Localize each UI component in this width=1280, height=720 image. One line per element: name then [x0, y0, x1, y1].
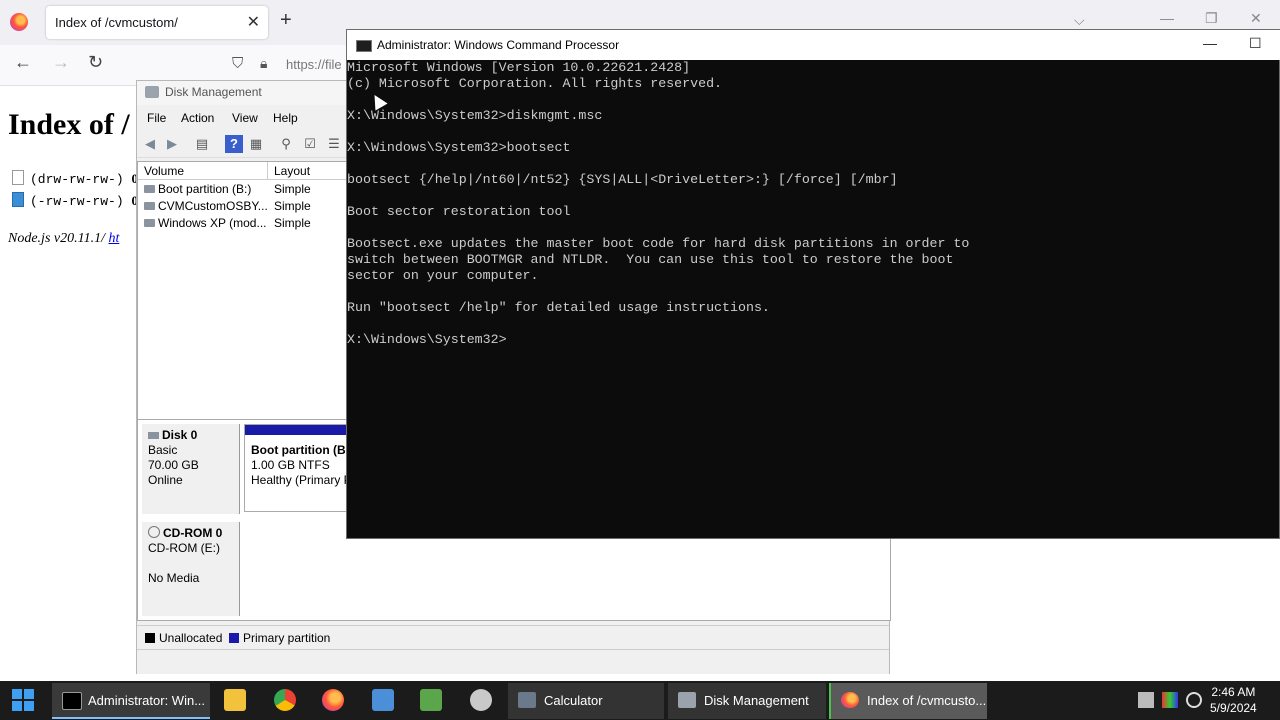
- browser-tab[interactable]: Index of /cvmcustom/ ✕: [46, 6, 268, 39]
- tab-list-chevron-icon[interactable]: ⌵: [1074, 12, 1085, 29]
- system-tray: 2:46 AM 5/9/2024: [1130, 681, 1280, 720]
- window-title: Administrator: Windows Command Processor: [377, 38, 620, 52]
- spreadsheet-icon[interactable]: [420, 689, 442, 711]
- forward-icon[interactable]: ▶: [163, 135, 181, 153]
- back-icon[interactable]: ◀: [141, 135, 159, 153]
- menu-help[interactable]: Help: [273, 111, 298, 125]
- firefox-icon[interactable]: [322, 689, 344, 711]
- firefox-icon: [10, 13, 28, 31]
- window-title: Disk Management: [165, 85, 262, 99]
- taskbar: Administrator: Win... Calculator Disk Ma…: [0, 681, 1280, 720]
- cmd-titlebar[interactable]: Administrator: Windows Command Processor…: [347, 30, 1280, 60]
- firefox-icon: [841, 692, 859, 708]
- url-bar[interactable]: ⛉ 🔒︎ https://file: [226, 50, 356, 80]
- back-icon[interactable]: ←: [14, 52, 32, 73]
- menu-action[interactable]: Action: [181, 111, 214, 125]
- taskbar-item-cmd[interactable]: Administrator: Win...: [52, 683, 210, 719]
- disk-icon: [148, 432, 159, 439]
- lock-icon[interactable]: 🔒︎: [260, 55, 267, 72]
- footer-link[interactable]: ht: [108, 231, 119, 246]
- chrome-icon[interactable]: [274, 689, 296, 711]
- column-header-volume[interactable]: Volume: [138, 162, 268, 180]
- cdrom-label: CD-ROM 0: [148, 526, 233, 541]
- footer-text: Node.js v20.11.1/ ht: [8, 231, 120, 246]
- taskbar-item-calculator[interactable]: Calculator: [508, 683, 664, 719]
- disk-management-icon: [145, 86, 159, 98]
- tab-title: Index of /cvmcustom/: [55, 15, 178, 30]
- drive-icon: [144, 219, 155, 227]
- console-output: Microsoft Windows [Version 10.0.22621.24…: [347, 60, 970, 347]
- notepad-icon[interactable]: [372, 689, 394, 711]
- forward-icon[interactable]: →: [52, 52, 70, 73]
- file-list-item[interactable]: (drw-rw-rw-) 08: [12, 170, 144, 187]
- clock[interactable]: 2:46 AM 5/9/2024: [1210, 684, 1257, 716]
- status-bar: [137, 649, 889, 674]
- legend-primary: Primary partition: [229, 631, 330, 645]
- file-icon: [12, 170, 24, 185]
- menu-file[interactable]: File: [147, 111, 166, 125]
- taskbar-item-firefox[interactable]: Index of /cvmcusto...: [829, 683, 987, 719]
- calculator-icon: [518, 692, 536, 708]
- shield-icon[interactable]: ⛉: [232, 55, 243, 72]
- menu-view[interactable]: View: [232, 111, 258, 125]
- column-header-layout[interactable]: Layout: [268, 162, 348, 180]
- cmd-icon: [356, 40, 372, 52]
- disk-management-icon: [678, 692, 696, 708]
- drive-icon: [144, 185, 155, 193]
- close-window-icon[interactable]: ✕: [1250, 10, 1262, 27]
- check-icon[interactable]: ☑: [301, 135, 319, 153]
- list-icon[interactable]: ☰: [325, 135, 343, 153]
- legend-unallocated: Unallocated: [145, 631, 222, 645]
- help-icon[interactable]: ?: [225, 135, 243, 153]
- page-title: Index of /: [8, 108, 130, 141]
- start-button[interactable]: [12, 689, 34, 711]
- minimize-icon[interactable]: —: [1160, 10, 1174, 26]
- console-tree-icon[interactable]: ▤: [193, 135, 211, 153]
- reload-icon[interactable]: ↻: [88, 52, 103, 73]
- connect-icon[interactable]: ⚲: [277, 135, 295, 153]
- minimize-icon[interactable]: —: [1203, 35, 1217, 51]
- boot-partition-block[interactable]: Boot partition (B 1.00 GB NTFS Healthy (…: [244, 424, 356, 512]
- url-text: https://file: [286, 57, 342, 72]
- maximize-icon[interactable]: ☐: [1249, 35, 1262, 52]
- cdrom-icon: [148, 526, 160, 538]
- settings-icon[interactable]: [1186, 692, 1202, 708]
- cdrom-0-info[interactable]: CD-ROM 0 CD-ROM (E:) No Media: [142, 522, 240, 616]
- file-icon: [12, 192, 24, 207]
- disk-0-label: Disk 0: [148, 428, 233, 443]
- network-icon[interactable]: [1138, 692, 1154, 708]
- primary-partition-bar: [245, 425, 355, 435]
- properties-icon[interactable]: ▦: [247, 135, 265, 153]
- drive-icon: [144, 202, 155, 210]
- new-tab-icon[interactable]: +: [280, 9, 292, 32]
- cmd-icon: [62, 692, 82, 710]
- restore-icon[interactable]: ❐: [1205, 10, 1218, 27]
- disk-0-info[interactable]: Disk 0 Basic 70.00 GB Online: [142, 424, 240, 514]
- close-tab-icon[interactable]: ✕: [247, 12, 260, 32]
- display-icon[interactable]: [1162, 692, 1178, 708]
- console-area[interactable]: Microsoft Windows [Version 10.0.22621.24…: [347, 60, 1280, 538]
- app-icon[interactable]: [470, 689, 492, 711]
- file-list-item[interactable]: (-rw-rw-rw-) 08: [12, 192, 144, 209]
- taskbar-item-disk-management[interactable]: Disk Management: [668, 683, 826, 719]
- legend: Unallocated Primary partition: [137, 625, 889, 648]
- command-prompt-window: Administrator: Windows Command Processor…: [346, 29, 1280, 539]
- file-explorer-icon[interactable]: [224, 689, 246, 711]
